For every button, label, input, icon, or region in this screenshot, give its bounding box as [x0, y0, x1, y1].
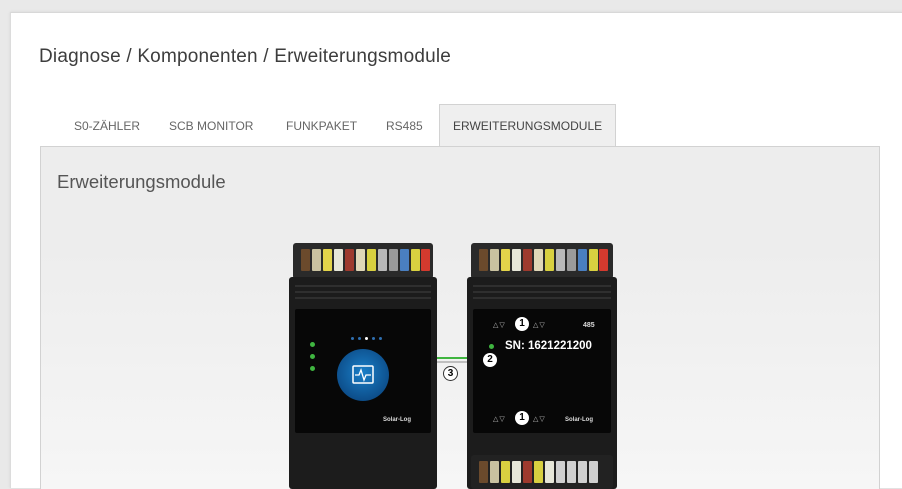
brand-logo: Solar-Log: [383, 417, 411, 423]
callout-1-bottom: 1: [515, 411, 529, 425]
tab-bar: S0-ZÄHLER SCB MONITOR FUNKPAKET RS485 ER…: [41, 104, 901, 149]
terminal-strip-top-right: [471, 243, 613, 279]
connector-line: [437, 357, 467, 359]
terminal-strip-top-left: [293, 243, 433, 279]
expansion-module: △▽ 1 △▽ 485 2 SN: 1621221200 △▽ 1 △▽ Sol…: [467, 243, 617, 489]
module-front-panel: △▽ 1 △▽ 485 2 SN: 1621221200 △▽ 1 △▽ Sol…: [473, 309, 611, 433]
content-panel: Erweiterungsmodule Solar-Log 3 △▽ 1 △▽ 4…: [40, 146, 880, 489]
tab-erweiterungsmodule[interactable]: ERWEITERUNGSMODULE: [439, 104, 617, 149]
callout-3: 3: [443, 366, 458, 381]
main-card: Diagnose / Komponenten / Erweiterungsmod…: [10, 12, 902, 489]
serial-number: SN: 1621221200: [505, 340, 592, 352]
connector-line: [437, 361, 467, 363]
status-led: [310, 366, 315, 371]
tab-funkpaket[interactable]: FUNKPAKET: [286, 105, 357, 147]
base-device: Solar-Log: [289, 243, 437, 489]
monitor-icon: [337, 349, 389, 401]
tab-rs485[interactable]: RS485: [386, 105, 423, 147]
status-led: [310, 354, 315, 359]
terminal-strip-bottom: [471, 455, 613, 489]
panel-title: Erweiterungsmodule: [57, 171, 226, 192]
status-led: [310, 342, 315, 347]
callout-2: 2: [483, 353, 497, 367]
status-led: [489, 344, 494, 349]
base-front-panel: Solar-Log: [295, 309, 431, 433]
callout-1-top: 1: [515, 317, 529, 331]
tab-scb-monitor[interactable]: SCB MONITOR: [169, 105, 253, 147]
page-title: Diagnose / Komponenten / Erweiterungsmod…: [39, 46, 452, 67]
port-label: 485: [583, 322, 595, 329]
brand-logo: Solar-Log: [565, 417, 593, 423]
tab-s0-zaehler[interactable]: S0-ZÄHLER: [74, 105, 140, 147]
